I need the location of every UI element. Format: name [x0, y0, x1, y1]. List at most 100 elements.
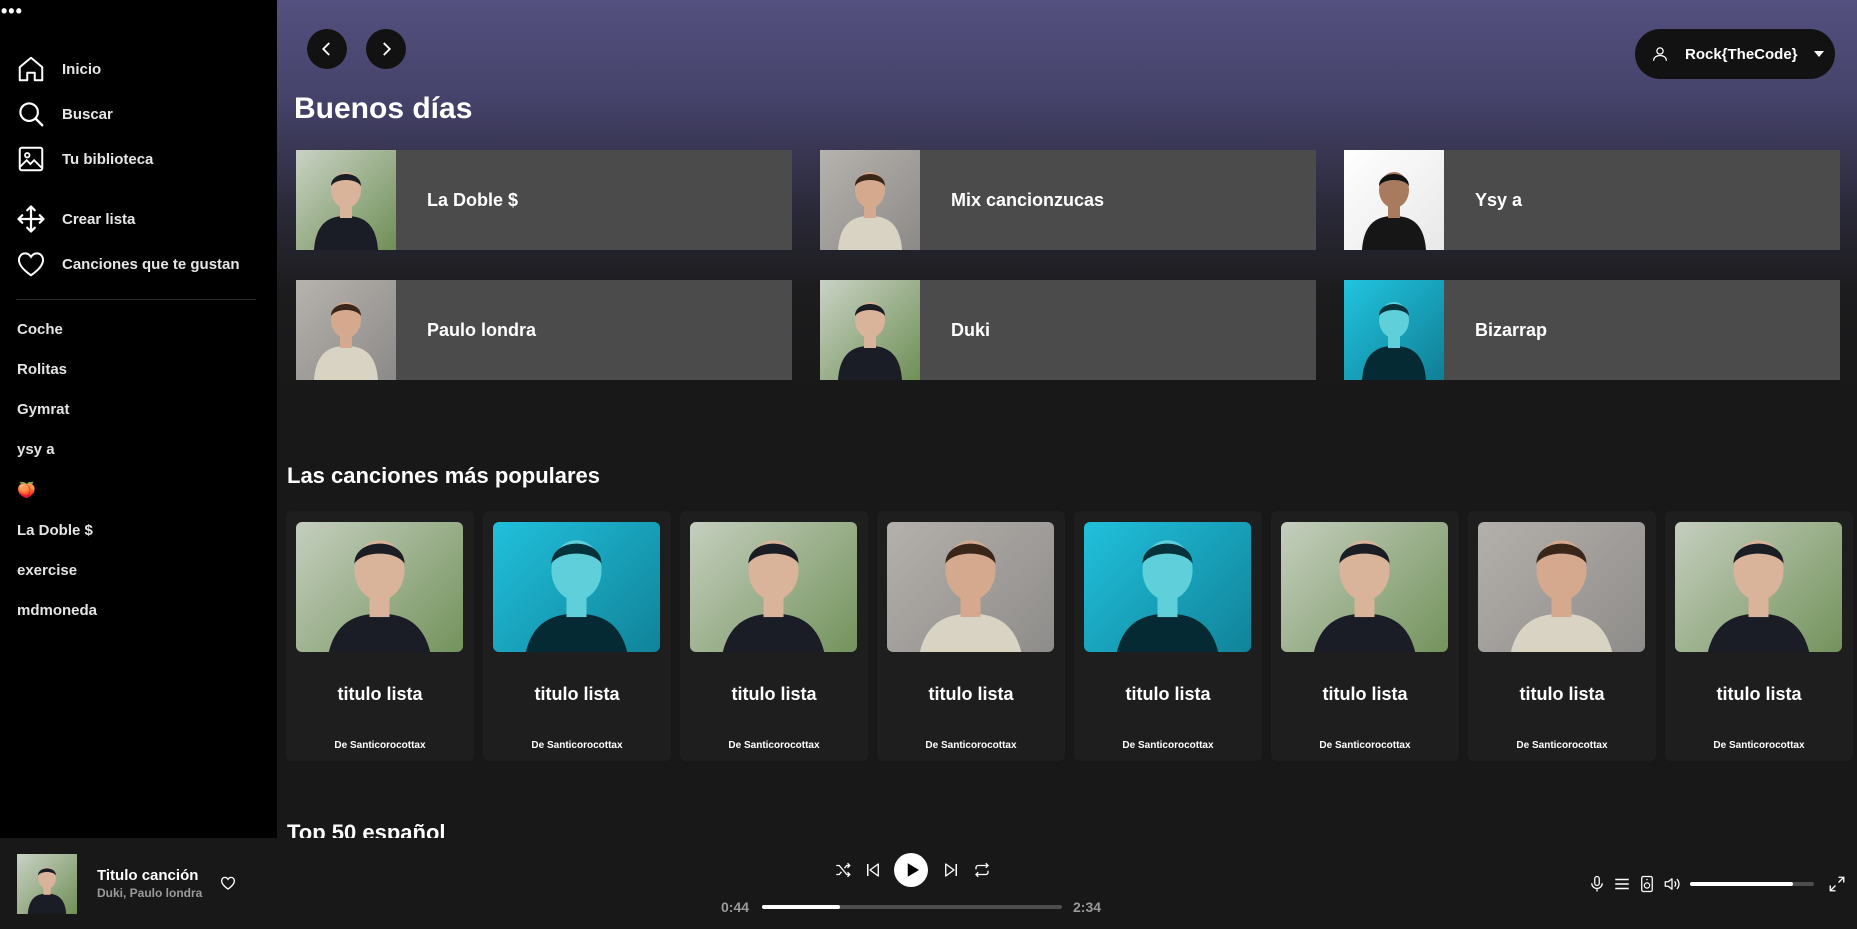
volume-slider[interactable] — [1690, 882, 1814, 886]
play-icon — [907, 863, 919, 877]
playlist-card[interactable]: titulo lista De Santicorocottax — [286, 511, 474, 761]
song-artists[interactable]: Duki, Paulo londra — [97, 886, 202, 900]
main-content: Rock{TheCode} Buenos días La Doble $ Mix … — [277, 0, 1857, 838]
player-bar: Titulo canción Duki, Paulo londra 0:44 2… — [0, 838, 1857, 929]
nav-item-label: Crear lista — [62, 210, 136, 228]
quick-pick-cover — [296, 280, 396, 380]
nav-item-label: Canciones que te gustan — [62, 255, 240, 273]
nav-item-create-list[interactable]: Crear lista — [16, 202, 135, 236]
devices-button[interactable] — [1638, 875, 1656, 893]
playlist-item[interactable]: ysy a — [17, 441, 55, 458]
nav-item-label: Buscar — [62, 105, 113, 123]
playlist-card-subtitle: De Santicorocottax — [925, 740, 1017, 751]
caret-down-icon — [1813, 51, 1824, 57]
elapsed-time: 0:44 — [721, 899, 750, 915]
quick-pick-cover — [1344, 280, 1444, 380]
playlist-card[interactable]: titulo lista De Santicorocottax — [1074, 511, 1262, 761]
nav-item-library[interactable]: Tu biblioteca — [16, 142, 153, 176]
repeat-icon — [975, 862, 989, 878]
previous-button[interactable] — [862, 859, 884, 881]
playlist-card-title: titulo lista — [1716, 684, 1802, 704]
play-button[interactable] — [894, 853, 928, 887]
playlist-card-cover — [1478, 522, 1645, 652]
back-button[interactable] — [307, 29, 347, 69]
quick-pick-cover — [296, 150, 396, 250]
nav-item-label: Tu biblioteca — [62, 150, 154, 168]
section-title: Top 50 español — [287, 820, 446, 838]
quick-pick-label: Mix cancionzucas — [951, 189, 1105, 210]
speaker-device-icon — [1641, 875, 1653, 893]
like-heart-icon[interactable] — [219, 874, 237, 892]
playlist-card-cover — [1281, 522, 1448, 652]
shuffle-icon — [836, 862, 851, 878]
progress-bar[interactable] — [762, 905, 1062, 909]
section-title: Las canciones más populares — [287, 463, 601, 488]
next-button[interactable] — [940, 859, 962, 881]
quick-pick-label: Paulo londra — [427, 319, 537, 340]
playlist-card[interactable]: titulo lista De Santicorocottax — [680, 511, 868, 761]
playlist-card[interactable]: titulo lista De Santicorocottax — [1665, 511, 1853, 761]
queue-button[interactable] — [1613, 875, 1631, 893]
chevron-left-icon — [321, 42, 330, 56]
quick-pick-card[interactable]: Mix cancionzucas — [820, 150, 1316, 250]
playlist-item[interactable]: Gymrat — [17, 401, 70, 418]
nav-item-search[interactable]: Buscar — [16, 97, 113, 131]
fullscreen-icon — [1829, 876, 1845, 892]
playlist-card[interactable]: titulo lista De Santicorocottax — [1271, 511, 1459, 761]
home-icon — [18, 56, 44, 82]
playlist-card-title: titulo lista — [534, 684, 620, 704]
volume-icon — [1664, 878, 1680, 890]
playlist-card-subtitle: De Santicorocottax — [1122, 740, 1214, 751]
nav-item-home[interactable]: Inicio — [16, 52, 101, 86]
queue-icon — [1615, 878, 1629, 890]
playlist-card-title: titulo lista — [337, 684, 423, 704]
nav-item-liked-songs[interactable]: Canciones que te gustan — [16, 247, 240, 281]
playlist-card[interactable]: titulo lista De Santicorocottax — [877, 511, 1065, 761]
playlist-item[interactable]: 🍑 — [17, 481, 36, 499]
total-time: 2:34 — [1073, 899, 1102, 915]
playlist-card-cover — [493, 522, 660, 652]
repeat-button[interactable] — [972, 860, 992, 880]
quick-pick-card[interactable]: La Doble $ — [296, 150, 792, 250]
mute-button[interactable] — [1663, 875, 1681, 893]
playlist-item[interactable]: La Doble $ — [17, 522, 93, 539]
user-icon — [1652, 47, 1668, 61]
sidebar: ••• Inicio Buscar Tu biblioteca Crear li… — [0, 0, 277, 838]
user-menu-button[interactable]: Rock{TheCode} — [1635, 29, 1835, 79]
quick-pick-card[interactable]: Ysy a — [1344, 150, 1840, 250]
playlist-card-title: titulo lista — [1322, 684, 1408, 704]
shuffle-button[interactable] — [833, 860, 853, 880]
lyrics-button[interactable] — [1588, 875, 1606, 893]
song-title[interactable]: Titulo canción — [97, 867, 198, 884]
playlist-card-subtitle: De Santicorocottax — [1516, 740, 1608, 751]
sidebar-divider — [16, 299, 256, 300]
page-title: Buenos días — [294, 92, 473, 125]
playlist-card-subtitle: De Santicorocottax — [1713, 740, 1805, 751]
library-icon — [18, 146, 44, 172]
playlist-card-cover — [1084, 522, 1251, 652]
fullscreen-button[interactable] — [1828, 875, 1846, 893]
progress-fill — [762, 905, 840, 909]
playlist-item[interactable]: Coche — [17, 321, 63, 338]
playlist-item[interactable]: exercise — [17, 562, 77, 579]
quick-pick-card[interactable]: Duki — [820, 280, 1316, 380]
quick-pick-label: Ysy a — [1475, 189, 1523, 210]
playlist-item[interactable]: mdmoneda — [17, 602, 97, 619]
chevron-right-icon — [383, 42, 392, 56]
quick-pick-cover — [820, 150, 920, 250]
window-menu-dots-icon[interactable]: ••• — [1, 2, 23, 20]
user-name: Rock{TheCode} — [1685, 45, 1798, 63]
move-icon — [17, 205, 45, 233]
playlist-card-title: titulo lista — [928, 684, 1014, 704]
forward-button[interactable] — [366, 29, 406, 69]
playlist-card-cover — [1675, 522, 1842, 652]
playlist-card[interactable]: titulo lista De Santicorocottax — [1468, 511, 1656, 761]
playlist-card-title: titulo lista — [731, 684, 817, 704]
quick-pick-card[interactable]: Bizarrap — [1344, 280, 1840, 380]
playlist-card[interactable]: titulo lista De Santicorocottax — [483, 511, 671, 761]
playlist-item[interactable]: Rolitas — [17, 361, 67, 378]
quick-pick-cover — [1344, 150, 1444, 250]
heart-icon — [17, 252, 45, 277]
quick-pick-card[interactable]: Paulo londra — [296, 280, 792, 380]
now-playing-cover — [17, 854, 77, 914]
